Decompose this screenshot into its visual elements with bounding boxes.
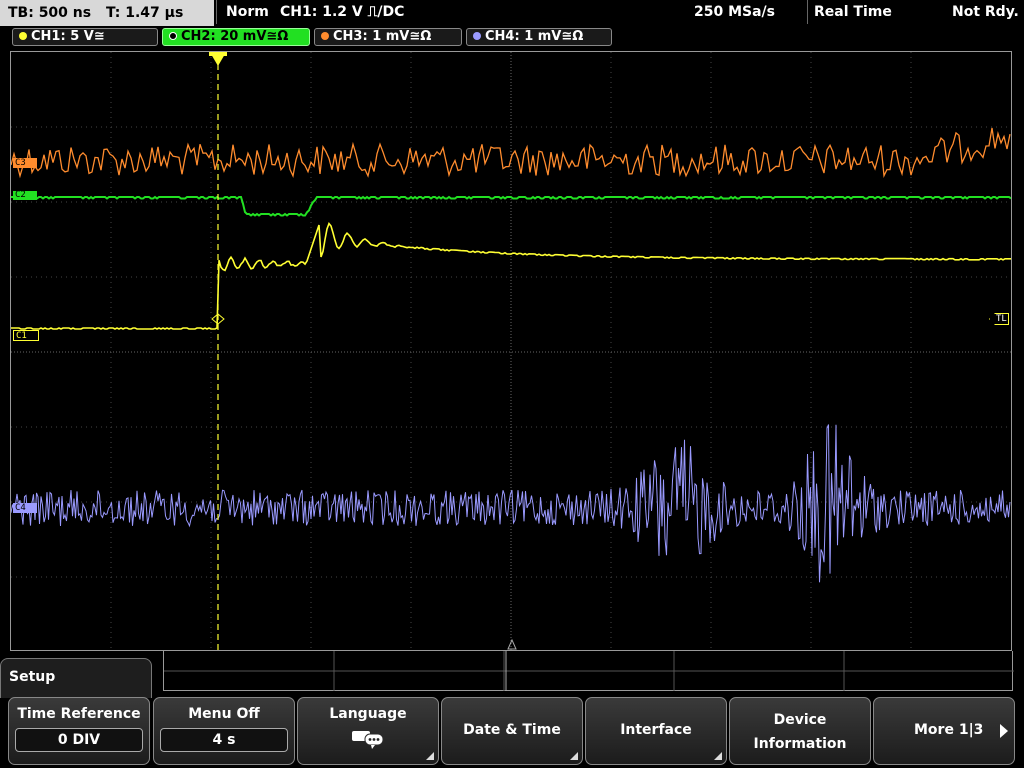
- menu-off-label: Menu Off: [188, 706, 260, 722]
- acquisition-status: Not Rdy.: [952, 4, 1019, 20]
- device-information-label-2: Information: [753, 736, 847, 752]
- interface-button[interactable]: Interface: [585, 697, 727, 765]
- waveform-svg: [11, 52, 1011, 650]
- channel-tab-ch3[interactable]: CH3: 1 mV≅Ω: [314, 28, 462, 46]
- submenu-corner-icon: [426, 752, 434, 760]
- ch2-ground-marker[interactable]: C2: [13, 191, 37, 200]
- trigger-mode: Norm: [226, 4, 269, 20]
- submenu-corner-icon: [714, 752, 722, 760]
- date-time-button[interactable]: Date & Time: [441, 697, 583, 765]
- channel-tab-ch1[interactable]: CH1: 5 V≅: [12, 28, 158, 46]
- menu-off-value: 4 s: [160, 728, 288, 752]
- acquisition-mode: Real Time: [814, 4, 892, 20]
- ch2-dot-icon: [169, 32, 177, 40]
- ch1-ground-marker[interactable]: C1: [13, 330, 39, 341]
- more-button[interactable]: More 1|3: [873, 697, 1015, 765]
- ch4-label: CH4: 1 mV≅Ω: [485, 29, 584, 44]
- menu-title-tab: Setup: [0, 658, 152, 698]
- overview-strip: [163, 651, 1014, 691]
- arrow-right-icon: [1000, 724, 1008, 738]
- trigger-setting: CH1: 1.2 V ⎍/DC: [280, 4, 405, 20]
- ch3-dot-icon: [321, 32, 329, 40]
- more-label: More 1|3: [914, 722, 984, 738]
- channel-tab-ch2[interactable]: CH2: 20 mV≅Ω: [162, 28, 310, 46]
- ch4-dot-icon: [473, 32, 481, 40]
- device-information-button[interactable]: Device Information: [729, 697, 871, 765]
- ch4-ground-marker[interactable]: C4: [13, 503, 37, 513]
- trigger-position-bar: [209, 52, 227, 56]
- waveform-display[interactable]: C1 C3 C2 C4 TL: [10, 51, 1012, 651]
- time-reference-value: 0 DIV: [15, 728, 143, 752]
- ch1-dot-icon: [19, 32, 27, 40]
- channel-tab-ch4[interactable]: CH4: 1 mV≅Ω: [466, 28, 612, 46]
- submenu-corner-icon: [570, 752, 578, 760]
- speech-bubble-icon: [352, 731, 384, 749]
- timebase-box[interactable]: TB: 500 ns T: 1.47 µs: [0, 0, 214, 26]
- ch3-label: CH3: 1 mV≅Ω: [333, 29, 432, 44]
- device-information-label-1: Device: [773, 712, 827, 728]
- sample-rate: 250 MSa/s: [694, 4, 776, 20]
- ch3-ground-marker[interactable]: C3: [13, 158, 37, 168]
- interface-label: Interface: [620, 722, 692, 738]
- center-marker-icon: [507, 638, 517, 650]
- ch2-label: CH2: 20 mV≅Ω: [181, 29, 289, 44]
- timebase-label: TB: 500 ns: [8, 5, 92, 21]
- language-label: Language: [329, 706, 407, 722]
- trigger-time-label: T: 1.47 µs: [105, 5, 184, 21]
- time-reference-label: Time Reference: [17, 706, 141, 722]
- ch1-label: CH1: 5 V≅: [31, 29, 105, 44]
- menu-off-button[interactable]: Menu Off 4 s: [153, 697, 295, 765]
- date-time-label: Date & Time: [463, 722, 561, 738]
- time-reference-button[interactable]: Time Reference 0 DIV: [8, 697, 150, 765]
- language-button[interactable]: Language: [297, 697, 439, 765]
- menu-title: Setup: [9, 669, 56, 685]
